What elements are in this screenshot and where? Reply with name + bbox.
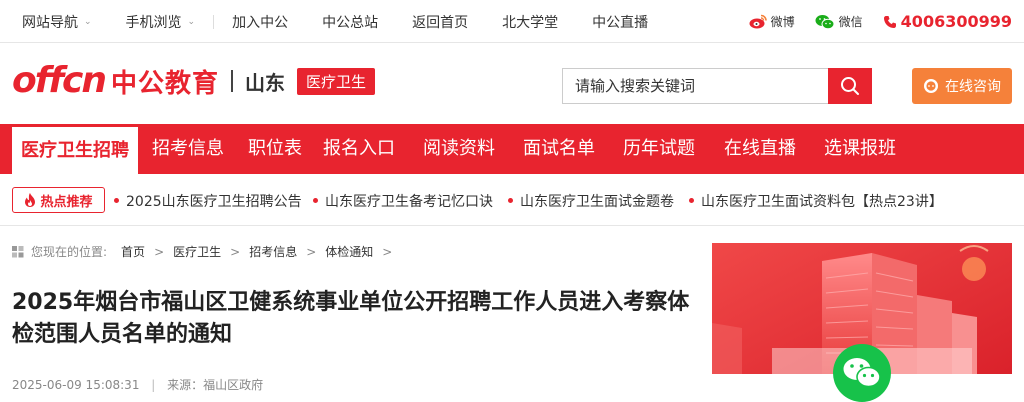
site-nav-dropdown[interactable]: 网站导航 ⌄ xyxy=(22,12,92,32)
main-nav: 医疗卫生招聘 招考信息 职位表 报名入口 阅读资料 面试名单 历年试题 在线直播… xyxy=(0,124,1024,174)
wechat-float-button[interactable] xyxy=(833,344,891,402)
breadcrumb-medical[interactable]: 医疗卫生 xyxy=(173,243,221,260)
logo-divider xyxy=(231,70,234,92)
wechat-icon xyxy=(843,358,881,388)
search-button[interactable] xyxy=(828,68,872,104)
breadcrumb-home[interactable]: 首页 xyxy=(121,243,145,260)
mobile-browse-label: 手机浏览 xyxy=(125,14,182,31)
bullet-dot xyxy=(114,197,119,203)
weibo-label: 微博 xyxy=(770,15,795,29)
article-source: 来源：福山区政府 xyxy=(167,378,264,392)
hot-link[interactable]: 2025山东医疗卫生招聘公告 xyxy=(114,191,302,211)
bullet-dot xyxy=(313,197,318,203)
breadcrumb-separator: > xyxy=(382,244,393,259)
tab-courses[interactable]: 选课报班 xyxy=(824,124,896,174)
chevron-down-icon: ⌄ xyxy=(84,16,92,27)
header: offcn 中公教育 山东 医疗卫生 在线咨询 xyxy=(0,44,1024,124)
logo-latin: offcn xyxy=(12,60,107,101)
site-logo[interactable]: offcn 中公教育 山东 医疗卫生 xyxy=(12,58,376,104)
breadcrumb-separator: > xyxy=(306,244,317,259)
wechat-link[interactable]: 微信 xyxy=(815,13,863,30)
hot-link[interactable]: 山东医疗卫生面试金题卷 xyxy=(508,191,674,211)
hot-link[interactable]: 山东医疗卫生面试资料包【热点23讲】 xyxy=(689,191,943,211)
meta-divider: | xyxy=(151,378,156,392)
breadcrumb: 您现在的位置: 首页 > 医疗卫生 > 招考信息 > 体检通知 > xyxy=(12,243,401,260)
live-link[interactable]: 中公直播 xyxy=(592,12,648,32)
tab-past-exams[interactable]: 历年试题 xyxy=(623,124,695,174)
wechat-icon xyxy=(815,14,835,29)
weibo-icon xyxy=(749,14,767,29)
tab-reading[interactable]: 阅读资料 xyxy=(423,124,495,174)
bullet-dot xyxy=(508,197,513,203)
tab-exam-info[interactable]: 招考信息 xyxy=(152,124,224,174)
pku-link[interactable]: 北大学堂 xyxy=(502,12,558,32)
article-meta: 2025-06-09 15:08:31 | 来源：福山区政府 xyxy=(12,376,263,393)
breadcrumb-separator: > xyxy=(230,244,241,259)
top-nav: 网站导航 ⌄ 手机浏览 ⌄ 加入中公 中公总站 返回首页 北大学堂 中公直播 xyxy=(22,0,682,43)
search-input[interactable] xyxy=(562,68,828,104)
home-link[interactable]: 返回首页 xyxy=(412,12,468,32)
hot-badge-label: 热点推荐 xyxy=(40,194,93,210)
hotline[interactable]: 4006300999 xyxy=(883,12,1012,31)
breadcrumb-health-check[interactable]: 体检通知 xyxy=(325,243,373,260)
publish-datetime: 2025-06-09 15:08:31 xyxy=(12,378,140,392)
hot-link-text: 2025山东医疗卫生招聘公告 xyxy=(126,194,302,210)
divider xyxy=(213,14,215,29)
tab-registration[interactable]: 报名入口 xyxy=(323,124,395,174)
hot-bar: 热点推荐 2025山东医疗卫生招聘公告 山东医疗卫生备考记忆口诀 山东医疗卫生面… xyxy=(0,174,1024,226)
breadcrumb-lead: 您现在的位置: xyxy=(31,245,108,259)
top-bar: 网站导航 ⌄ 手机浏览 ⌄ 加入中公 中公总站 返回首页 北大学堂 中公直播 微… xyxy=(0,0,1024,43)
top-right: 微博 微信 4006300999 xyxy=(749,0,1012,43)
flame-icon xyxy=(25,193,36,207)
headquarters-link[interactable]: 中公总站 xyxy=(322,12,378,32)
hot-link[interactable]: 山东医疗卫生备考记忆口诀 xyxy=(313,191,493,211)
phone-icon xyxy=(883,15,896,28)
tab-live[interactable]: 在线直播 xyxy=(724,124,796,174)
phone-number: 4006300999 xyxy=(900,12,1012,31)
category-badge: 医疗卫生 xyxy=(297,67,376,95)
bullet-dot xyxy=(689,197,694,203)
logo-chinese: 中公教育 xyxy=(111,68,220,99)
weibo-link[interactable]: 微博 xyxy=(749,13,795,30)
article-title: 2025年烟台市福山区卫健系统事业单位公开招聘工作人员进入考察体检范围人员名单的… xyxy=(12,290,690,347)
online-consult-button[interactable]: 在线咨询 xyxy=(912,68,1012,104)
breadcrumb-exam-info[interactable]: 招考信息 xyxy=(249,243,297,260)
region-label: 山东 xyxy=(245,70,286,95)
wechat-label: 微信 xyxy=(838,15,863,29)
hot-link-text: 山东医疗卫生面试资料包【热点23讲】 xyxy=(701,194,943,210)
chevron-down-icon: ⌄ xyxy=(187,16,196,27)
tab-medical-recruitment[interactable]: 医疗卫生招聘 xyxy=(12,127,138,174)
tab-interview-list[interactable]: 面试名单 xyxy=(523,124,595,174)
search-box xyxy=(562,68,872,104)
location-icon xyxy=(12,245,24,257)
mobile-browse-dropdown[interactable]: 手机浏览 ⌄ xyxy=(126,12,196,32)
hot-link-text: 山东医疗卫生备考记忆口诀 xyxy=(325,194,493,210)
hot-link-text: 山东医疗卫生面试金题卷 xyxy=(520,194,674,210)
site-nav-label: 网站导航 xyxy=(22,14,78,31)
tab-positions[interactable]: 职位表 xyxy=(248,124,302,174)
chat-bubble-icon xyxy=(924,79,938,93)
consult-label: 在线咨询 xyxy=(945,79,1001,95)
breadcrumb-separator: > xyxy=(154,244,165,259)
join-link[interactable]: 加入中公 xyxy=(232,12,288,32)
hot-badge: 热点推荐 xyxy=(12,187,105,213)
search-icon xyxy=(841,77,859,95)
